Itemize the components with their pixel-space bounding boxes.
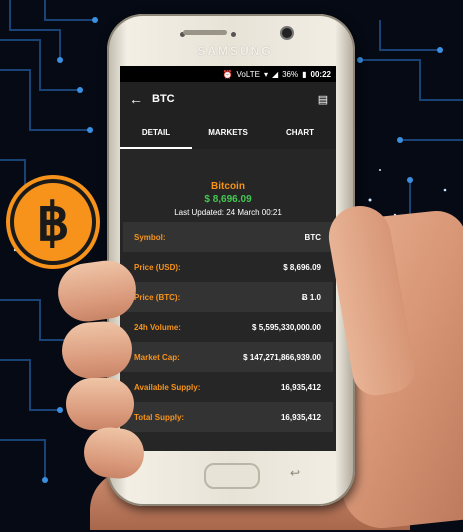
battery-icon: ▮: [302, 69, 307, 79]
detail-value: 16,935,412: [280, 382, 321, 392]
detail-label: Available Supply:: [134, 382, 201, 392]
detail-label: 24h Volume:: [134, 322, 181, 332]
detail-row-market-cap: Market Cap: $ 147,271,866,939.00: [123, 342, 333, 372]
detail-label: Symbol:: [134, 232, 166, 242]
detail-value: $ 5,595,330,000.00: [252, 322, 321, 332]
list-icon[interactable]: ▤: [310, 93, 336, 106]
coin-name: Bitcoin: [211, 181, 245, 192]
app-screen: ⏰ VoLTE ▾ ◢ 36% ▮ 00:22 ← BTC ▤ DETAIL M…: [120, 66, 336, 451]
detail-label: Price (BTC):: [134, 292, 181, 302]
detail-row-symbol: Symbol: BTC: [123, 222, 333, 252]
coin-price: $ 8,696.09: [204, 194, 252, 205]
speaker-grille: [183, 30, 227, 35]
detail-list: Symbol: BTC Price (USD): $ 8,696.09 Pric…: [120, 222, 336, 432]
back-key-icon[interactable]: ↩: [290, 466, 300, 480]
clock: 00:22: [310, 69, 331, 79]
detail-row-available-supply: Available Supply: 16,935,412: [123, 372, 333, 402]
finger: [66, 378, 134, 430]
detail-row-total-supply: Total Supply: 16,935,412: [123, 402, 333, 432]
tab-detail[interactable]: DETAIL: [120, 116, 192, 149]
signal-icon: ◢: [271, 69, 279, 79]
alarm-icon: ⏰: [222, 69, 233, 79]
page-title: BTC: [152, 93, 175, 105]
last-updated: Last Updated: 24 March 00:21: [174, 208, 282, 217]
detail-value: $ 147,271,866,939.00: [243, 352, 321, 362]
arrow-left-icon[interactable]: ←: [120, 91, 152, 107]
detail-row-volume: 24h Volume: $ 5,595,330,000.00: [123, 312, 333, 342]
detail-value: Ƀ 1.0: [301, 292, 321, 302]
detail-value: 16,935,412: [280, 412, 321, 422]
tab-markets[interactable]: MARKETS: [192, 116, 264, 149]
battery-level: 36%: [282, 69, 299, 79]
coin-summary: Bitcoin $ 8,696.09 Last Updated: 24 Marc…: [120, 149, 336, 217]
detail-label: Total Supply:: [134, 412, 185, 422]
detail-label: Market Cap:: [134, 352, 180, 362]
detail-value: BTC: [304, 232, 321, 242]
detail-row-price-usd: Price (USD): $ 8,696.09: [123, 252, 333, 282]
phone-brand: SAMSUNG: [197, 44, 273, 58]
svg-text:฿: ฿: [36, 194, 69, 252]
tab-chart[interactable]: CHART: [264, 116, 336, 149]
front-camera-icon: [282, 28, 292, 38]
tab-bar: DETAIL MARKETS CHART: [120, 116, 336, 149]
sensor-icon: [231, 32, 236, 37]
home-button[interactable]: [204, 463, 260, 489]
detail-label: Price (USD):: [134, 262, 181, 272]
status-bar: ⏰ VoLTE ▾ ◢ 36% ▮ 00:22: [120, 66, 336, 82]
detail-value: $ 8,696.09: [283, 262, 321, 272]
detail-row-price-btc: Price (BTC): Ƀ 1.0: [123, 282, 333, 312]
wifi-icon: ▾: [263, 69, 268, 79]
app-bar: ← BTC ▤: [120, 82, 336, 116]
volte-icon: VoLTE: [236, 69, 260, 79]
